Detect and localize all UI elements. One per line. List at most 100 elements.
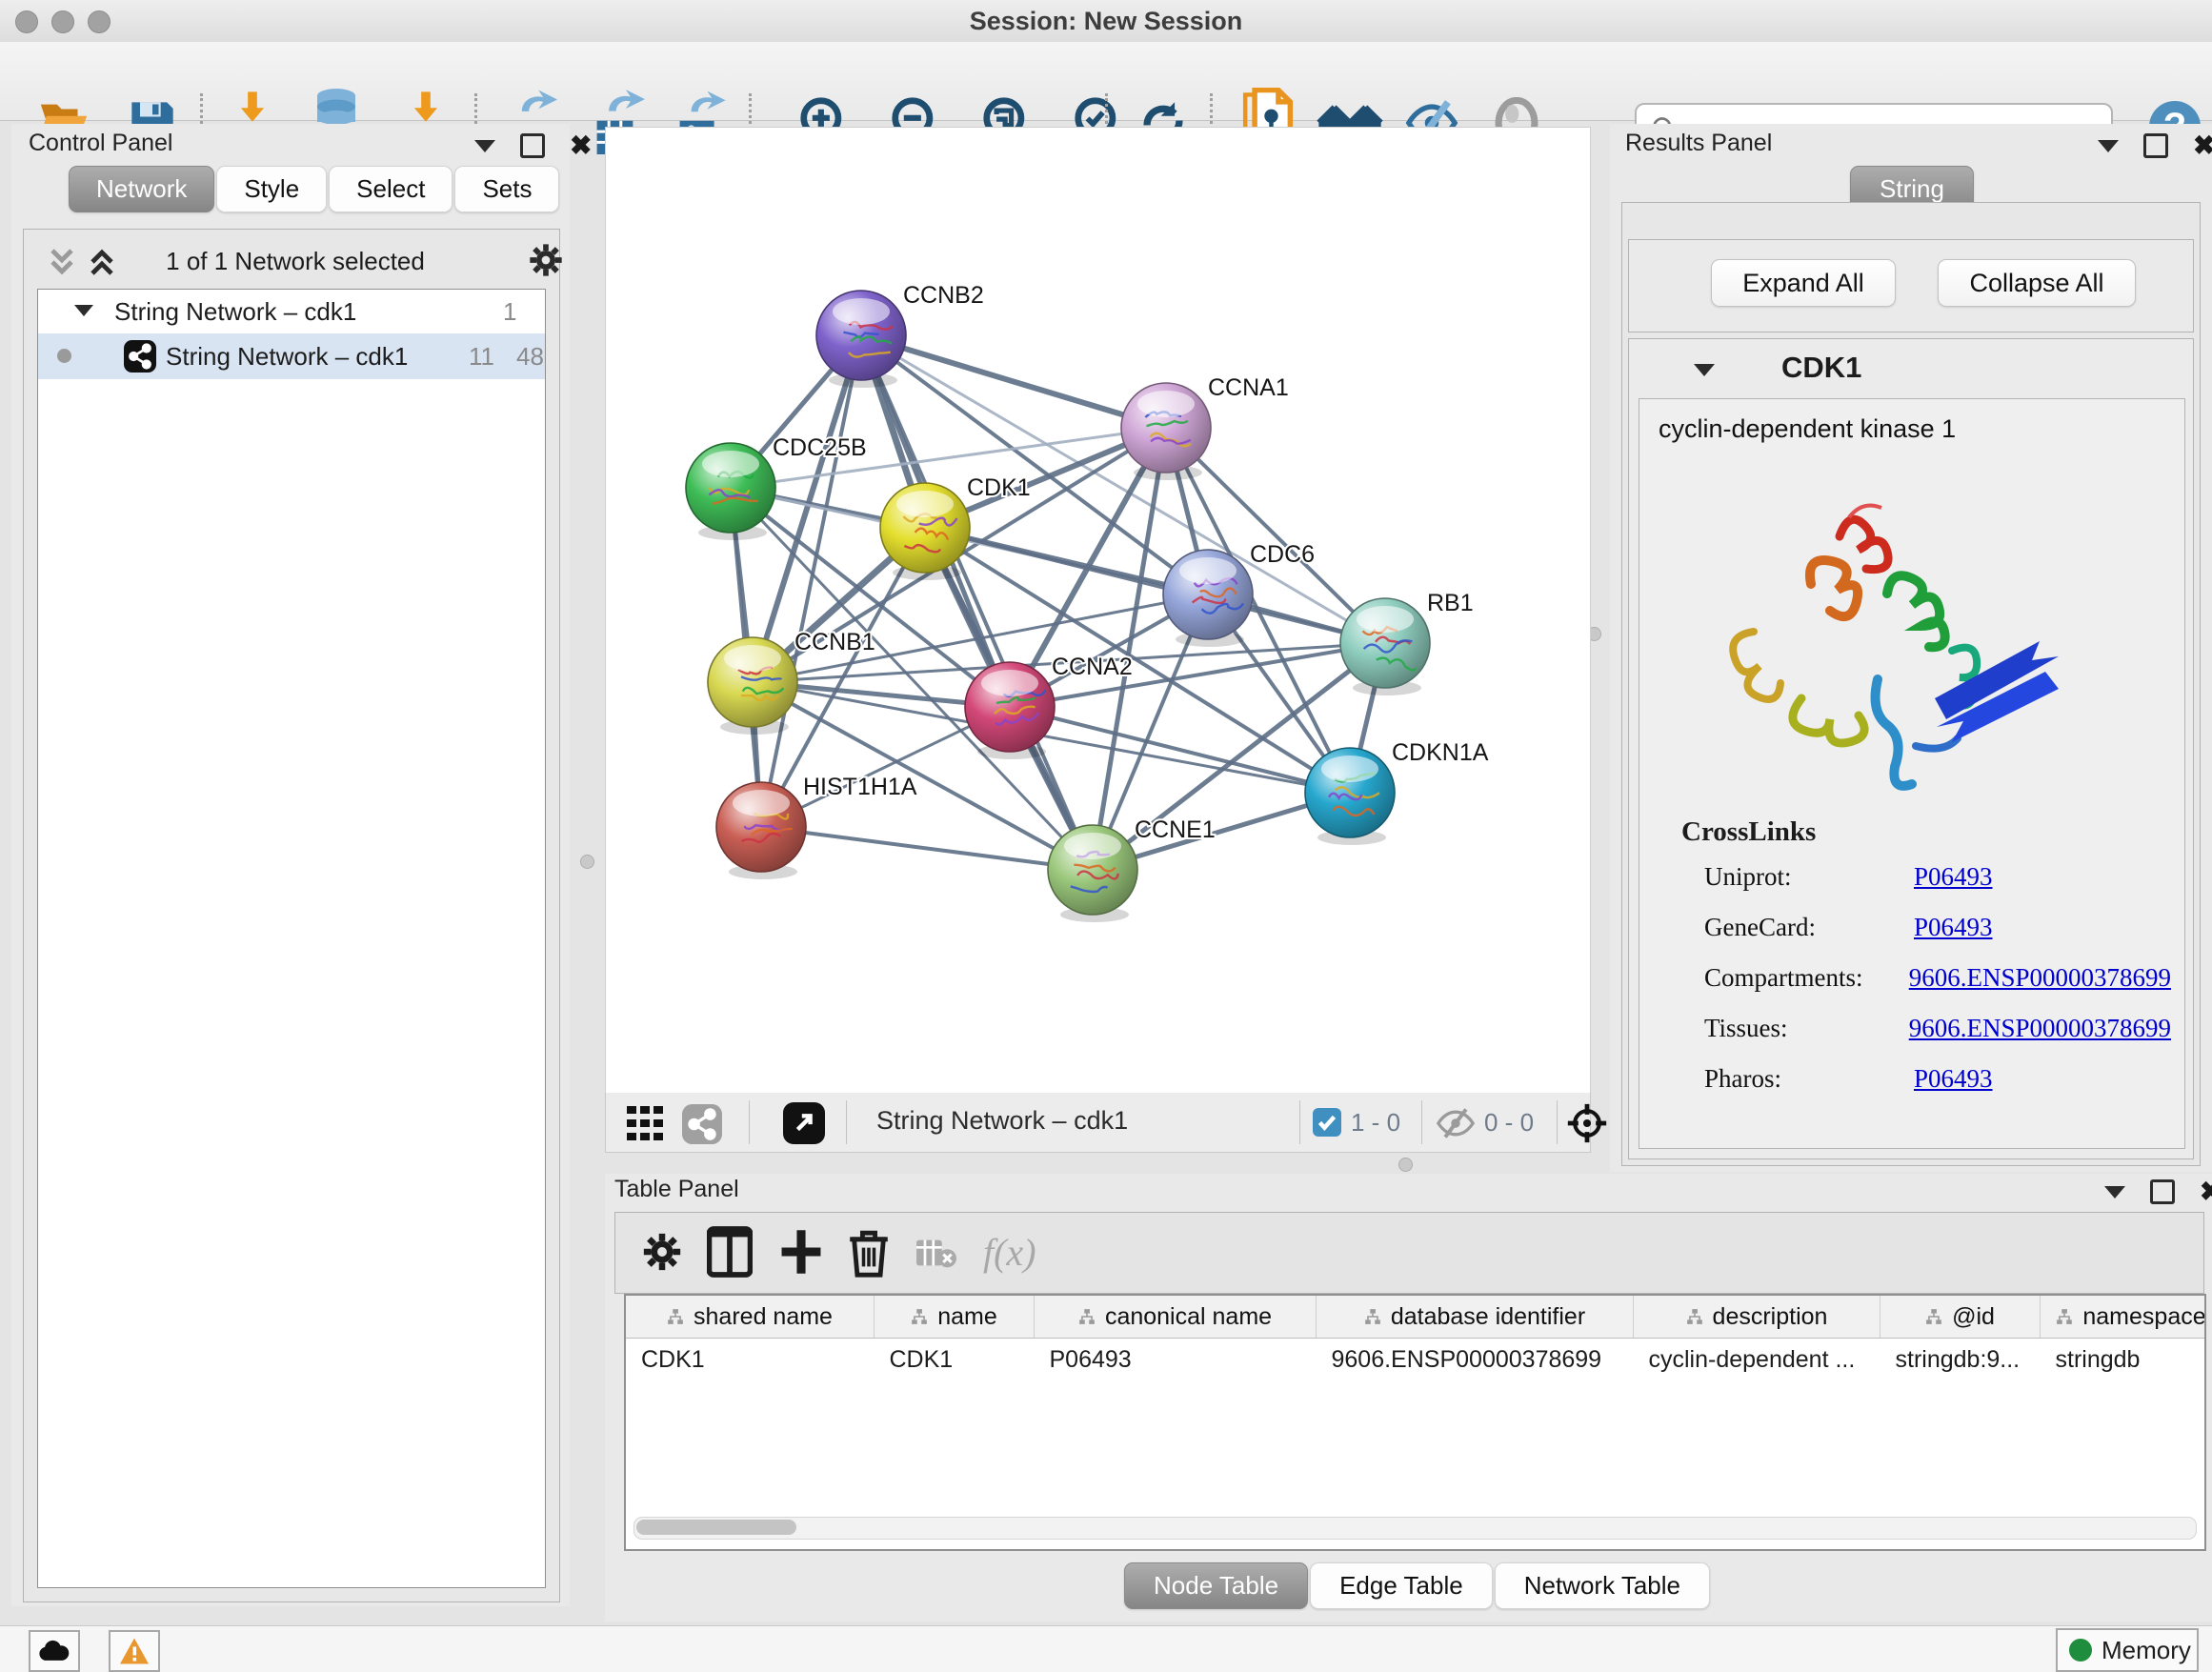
tab-select[interactable]: Select: [329, 166, 452, 212]
tab-edge-table[interactable]: Edge Table: [1310, 1562, 1493, 1609]
column-header-database-identifier[interactable]: database identifier: [1317, 1296, 1634, 1339]
tab-sets[interactable]: Sets: [454, 166, 559, 212]
warning-icon: [120, 1638, 149, 1664]
expand-all-button[interactable]: Expand All: [1711, 259, 1896, 307]
network-node-CDKN1A[interactable]: CDKN1A: [1305, 739, 1489, 845]
table-cell[interactable]: 9606.ENSP00000378699: [1317, 1339, 1634, 1381]
tree-root-count: 1: [503, 297, 516, 327]
warning-status-button[interactable]: [109, 1630, 160, 1672]
table-cell[interactable]: P06493: [1035, 1339, 1317, 1381]
tab-node-table[interactable]: Node Table: [1124, 1562, 1308, 1609]
bottom-splitter-handle[interactable]: [1398, 1158, 1413, 1172]
network-edge-CCNB2-HIST1H1A[interactable]: [761, 335, 861, 827]
delete-column-icon[interactable]: [848, 1226, 890, 1278]
selected-checkbox[interactable]: [1313, 1108, 1341, 1137]
results-panel-title: Results Panel: [1625, 130, 1772, 157]
memory-button[interactable]: Memory: [2056, 1628, 2199, 1672]
tab-network[interactable]: Network: [69, 166, 214, 212]
column-header-description[interactable]: description: [1634, 1296, 1880, 1339]
table-cell[interactable]: CDK1: [626, 1339, 875, 1381]
network-node-CCNB2[interactable]: CCNB2: [816, 282, 984, 388]
column-header-@id[interactable]: @id: [1880, 1296, 2041, 1339]
network-tree: String Network – cdk1 1 String Network –…: [37, 289, 546, 1588]
table-cell[interactable]: CDK1: [875, 1339, 1035, 1381]
control-panel-close-icon[interactable]: ✖: [570, 136, 592, 155]
tab-network-table[interactable]: Network Table: [1495, 1562, 1710, 1609]
table-row[interactable]: CDK1CDK1P064939606.ENSP00000378699cyclin…: [626, 1339, 2206, 1381]
network-graph[interactable]: CCNB2CCNA1CDC25BCDK1CDC6RB1CCNB1CCNA2CDK…: [606, 128, 1590, 1094]
table-cell[interactable]: stringdb:9...: [1880, 1339, 2041, 1381]
column-type-icon: [1078, 1308, 1096, 1325]
table-cell[interactable]: cyclin-dependent ...: [1634, 1339, 1880, 1381]
gene-symbol: CDK1: [1781, 351, 1861, 385]
control-panel-tabs: NetworkStyleSelectSets: [69, 166, 564, 212]
network-tree-root-row[interactable]: String Network – cdk1 1: [38, 290, 545, 333]
node-label-HIST1H1A: HIST1H1A: [803, 774, 917, 800]
network-share-icon[interactable]: [682, 1104, 722, 1144]
results-panel-close-icon[interactable]: ✖: [2193, 136, 2212, 155]
tree-expander-icon[interactable]: [74, 305, 93, 316]
crosslink-value-link[interactable]: 9606.ENSP00000378699: [1909, 1014, 2171, 1043]
table-gear-icon[interactable]: [640, 1230, 684, 1274]
network-node-HIST1H1A[interactable]: HIST1H1A: [716, 774, 917, 879]
toolbar-divider: [846, 1100, 847, 1144]
hidden-eye-slash-icon[interactable]: [1437, 1108, 1475, 1138]
column-header-shared-name[interactable]: shared name: [626, 1296, 875, 1339]
collapse-all-button[interactable]: Collapse All: [1938, 259, 2136, 307]
crosslink-label: Pharos:: [1704, 1064, 1914, 1094]
node-label-CCNB2: CCNB2: [903, 282, 984, 309]
column-header-namespace[interactable]: namespace: [2041, 1296, 2207, 1339]
network-node-CDK1[interactable]: CDK1: [880, 474, 1031, 580]
expand-all-tree-icon[interactable]: [87, 245, 117, 279]
crosshair-icon[interactable]: [1566, 1102, 1608, 1144]
column-header-label: shared name: [694, 1303, 833, 1331]
network-edge-HIST1H1A-CCNE1[interactable]: [761, 827, 1093, 870]
control-panel-float-icon[interactable]: [520, 133, 545, 158]
open-in-window-icon[interactable]: [783, 1102, 825, 1144]
table-panel-close-icon[interactable]: ✖: [2200, 1182, 2212, 1201]
node-label-RB1: RB1: [1427, 590, 1474, 616]
column-header-label: name: [937, 1303, 997, 1331]
crosslink-value-link[interactable]: 9606.ENSP00000378699: [1909, 963, 2171, 993]
main-toolbar: ?: [0, 42, 2212, 121]
network-tree-child-row[interactable]: String Network – cdk1 11 48: [38, 333, 545, 379]
node-label-CCNB1: CCNB1: [794, 629, 875, 655]
network-canvas[interactable]: CCNB2CCNA1CDC25BCDK1CDC6RB1CCNB1CCNA2CDK…: [605, 127, 1591, 1095]
table-horizontal-scrollbar[interactable]: [633, 1517, 2197, 1540]
network-view-toolbar: String Network – cdk1 1 - 0 0 - 0: [605, 1093, 1591, 1153]
table-panel-float-icon[interactable]: [2150, 1179, 2175, 1204]
add-column-icon[interactable]: [779, 1228, 823, 1276]
show-columns-icon[interactable]: [707, 1226, 753, 1278]
results-panel-menu-icon[interactable]: [2098, 140, 2119, 152]
network-edge-CCNB2-CCNA1[interactable]: [861, 335, 1166, 428]
node-label-CCNA1: CCNA1: [1208, 374, 1289, 401]
cloud-status-button[interactable]: [29, 1630, 80, 1672]
grid-view-icon[interactable]: [627, 1106, 665, 1140]
crosslink-value-link[interactable]: P06493: [1914, 913, 1993, 942]
table-panel-menu-icon[interactable]: [2104, 1186, 2125, 1199]
tree-child-node-count: 11: [469, 342, 494, 372]
crosslink-row: Compartments:9606.ENSP00000378699: [1704, 963, 2171, 993]
tab-style[interactable]: Style: [216, 166, 327, 212]
network-node-CCNE1[interactable]: CCNE1: [1048, 816, 1216, 922]
gene-section-expander-icon[interactable]: [1694, 364, 1715, 376]
left-splitter-handle[interactable]: [580, 855, 594, 869]
tree-child-edge-count: 48: [516, 342, 544, 372]
application-window: { "window": { "title": "Session: New Ses…: [0, 0, 2212, 1671]
table-cell[interactable]: stringdb: [2041, 1339, 2207, 1381]
network-node-CCNA2[interactable]: CCNA2: [965, 654, 1133, 759]
node-label-CDC25B: CDC25B: [773, 434, 867, 461]
column-header-canonical-name[interactable]: canonical name: [1035, 1296, 1317, 1339]
crosslink-value-link[interactable]: P06493: [1914, 862, 1993, 892]
network-options-gear-icon[interactable]: [527, 241, 565, 279]
counts-divider: [1421, 1100, 1422, 1144]
column-type-icon: [911, 1308, 928, 1325]
column-type-icon: [2056, 1308, 2073, 1325]
network-node-RB1[interactable]: RB1: [1340, 590, 1474, 695]
results-panel-float-icon[interactable]: [2143, 133, 2168, 158]
collapse-all-tree-icon[interactable]: [47, 245, 77, 279]
table-scrollbar-thumb[interactable]: [636, 1520, 796, 1535]
column-header-name[interactable]: name: [875, 1296, 1035, 1339]
crosslink-value-link[interactable]: P06493: [1914, 1064, 1993, 1094]
control-panel-menu-icon[interactable]: [474, 140, 495, 152]
